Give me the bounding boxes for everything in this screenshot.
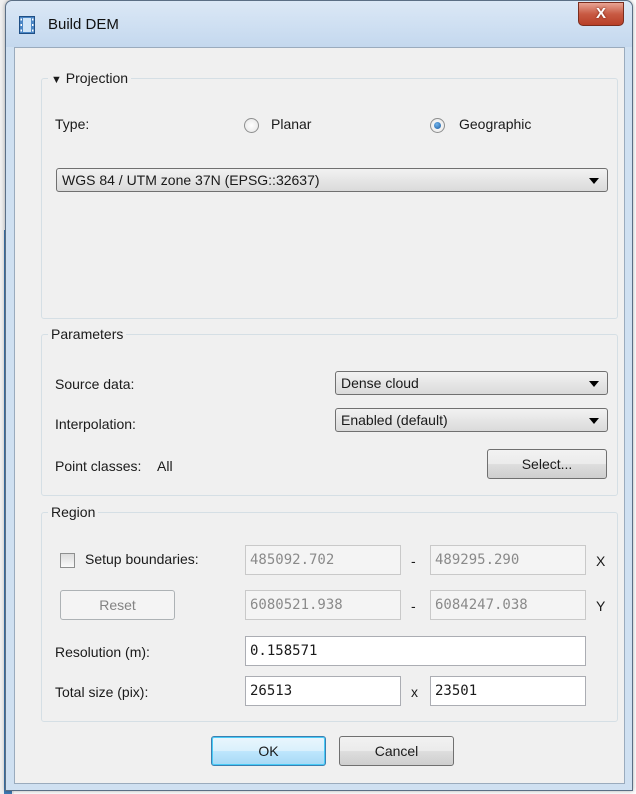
projection-legend-label: Projection — [65, 70, 129, 86]
resolution-input[interactable]: 0.158571 — [245, 636, 586, 666]
source-data-label: Source data: — [55, 376, 135, 392]
cancel-button[interactable]: Cancel — [339, 736, 454, 766]
title-bar: Build DEM X — [6, 1, 632, 47]
ok-button[interactable]: OK — [211, 736, 326, 766]
chevron-down-icon — [589, 418, 599, 424]
x-axis-label: X — [596, 553, 606, 569]
interpolation-label: Interpolation: — [55, 416, 136, 432]
close-button[interactable]: X — [578, 2, 624, 26]
geographic-label[interactable]: Geographic — [459, 116, 531, 132]
resolution-label: Resolution (m): — [55, 644, 150, 660]
projection-group: ▼ Projection — [41, 70, 618, 319]
region-legend: Region — [51, 504, 96, 520]
dialog-content: ▼ Projection Type: Planar Geographic WGS… — [14, 47, 625, 784]
setup-boundaries-checkbox[interactable] — [60, 553, 75, 568]
total-height-input[interactable]: 23501 — [430, 676, 586, 706]
planar-label[interactable]: Planar — [271, 116, 311, 132]
build-dem-dialog: Build DEM X ▼ Projection Type: Planar Ge… — [5, 0, 633, 791]
window-title: Build DEM — [48, 16, 119, 33]
film-icon — [19, 16, 35, 34]
total-width-input[interactable]: 26513 — [245, 676, 401, 706]
point-classes-value: All — [157, 458, 173, 474]
chevron-down-icon — [589, 178, 599, 184]
interpolation-value: Enabled (default) — [341, 412, 448, 428]
parameters-legend: Parameters — [51, 326, 124, 342]
y-axis-label: Y — [596, 598, 606, 614]
source-data-value: Dense cloud — [341, 375, 419, 391]
reset-button[interactable]: Reset — [60, 590, 175, 620]
close-icon: X — [595, 5, 606, 22]
select-classes-button[interactable]: Select... — [487, 449, 607, 479]
point-classes-label: Point classes: — [55, 458, 142, 474]
y-min-field[interactable]: 6080521.938 — [245, 590, 401, 620]
total-size-label: Total size (pix): — [55, 684, 149, 700]
x-min-field[interactable]: 485092.702 — [245, 545, 401, 575]
crs-select[interactable]: WGS 84 / UTM zone 37N (EPSG::32637) — [56, 168, 608, 192]
type-label: Type: — [55, 116, 90, 132]
y-range-dash: - — [411, 598, 416, 614]
x-range-dash: - — [411, 553, 416, 569]
setup-boundaries-label[interactable]: Setup boundaries: — [85, 551, 199, 567]
times-sign: x — [411, 684, 418, 700]
y-max-field[interactable]: 6084247.038 — [430, 590, 586, 620]
chevron-down-icon — [589, 381, 599, 387]
planar-radio[interactable] — [244, 118, 259, 133]
crs-value: WGS 84 / UTM zone 37N (EPSG::32637) — [62, 172, 320, 188]
projection-legend[interactable]: ▼ Projection — [48, 70, 131, 86]
x-max-field[interactable]: 489295.290 — [430, 545, 586, 575]
interpolation-select[interactable]: Enabled (default) — [335, 408, 608, 432]
geographic-radio[interactable] — [430, 118, 445, 133]
source-data-select[interactable]: Dense cloud — [335, 371, 608, 395]
collapse-triangle-icon: ▼ — [51, 74, 62, 86]
